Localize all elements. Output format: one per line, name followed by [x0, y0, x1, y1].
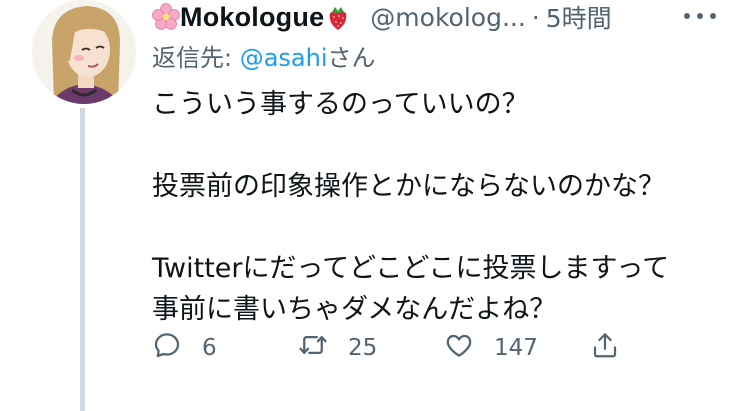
- more-icon[interactable]: [682, 6, 718, 19]
- retweet-button[interactable]: 25: [298, 330, 377, 366]
- strawberry-icon: [324, 3, 352, 31]
- share-button[interactable]: [590, 330, 620, 366]
- tweet-header: Mokologue @mokolog... · 5時間: [152, 0, 750, 34]
- avatar[interactable]: [32, 0, 136, 104]
- reply-suffix: さん: [327, 44, 376, 72]
- cherry-blossom-icon: [152, 3, 180, 31]
- like-button[interactable]: 147: [444, 330, 538, 366]
- retweet-count: 25: [348, 335, 378, 361]
- like-count: 147: [494, 335, 538, 361]
- tweet-text: こういう事するのっていいの？ 投票前の印象操作とかにならないのかな？ Twitt…: [152, 84, 732, 330]
- reply-button[interactable]: 6: [152, 330, 217, 366]
- action-bar: 6 25 147: [152, 330, 632, 366]
- display-name[interactable]: Mokologue: [180, 2, 324, 33]
- timestamp[interactable]: 5時間: [546, 0, 612, 35]
- tweet-line: Twitterにだってどこどこに投票しますって: [152, 253, 670, 284]
- reply-icon: [152, 330, 182, 366]
- like-icon: [444, 330, 474, 366]
- reply-mention-link[interactable]: @asahi: [240, 44, 328, 72]
- reply-to: 返信先: @asahiさん: [152, 38, 376, 73]
- thread-line: [80, 108, 85, 411]
- separator-dot: ·: [531, 2, 540, 32]
- reply-to-label: 返信先:: [152, 44, 240, 72]
- tweet-line: 事前に書いちゃダメなんだよね？: [152, 294, 557, 325]
- reply-count: 6: [202, 335, 217, 361]
- tweet-line: こういう事するのっていいの？: [152, 89, 529, 120]
- user-handle[interactable]: @mokolog...: [370, 3, 525, 32]
- retweet-icon: [298, 330, 328, 366]
- share-icon: [590, 330, 620, 366]
- tweet-line: 投票前の印象操作とかにならないのかな？: [152, 171, 665, 202]
